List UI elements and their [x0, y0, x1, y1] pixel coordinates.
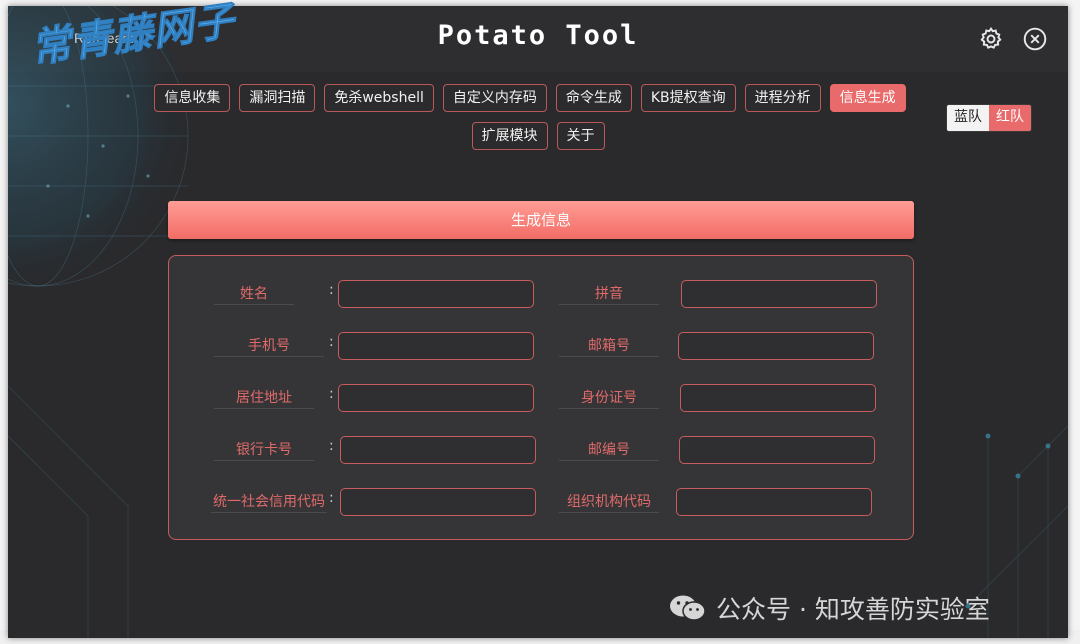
postal-code-field[interactable] — [679, 436, 875, 464]
colon: : — [329, 438, 334, 454]
postal-code-label: 邮编号 — [559, 439, 659, 461]
info-form-panel: 姓名 : 拼音 手机号 : 邮箱号 居住地址 : 身份证号 银行卡号 : 邮编号… — [168, 255, 914, 540]
tab-info-generate[interactable]: 信息生成 — [829, 84, 906, 112]
credit-code-field[interactable] — [340, 488, 536, 516]
phone-label: 手机号 — [214, 335, 324, 357]
name-field[interactable] — [338, 280, 534, 308]
close-circle-icon[interactable] — [1022, 26, 1048, 52]
tab-info-collect[interactable]: 信息收集 — [154, 84, 231, 112]
tab-vuln-scan[interactable]: 漏洞扫描 — [239, 84, 316, 112]
email-field[interactable] — [678, 332, 874, 360]
colon: : — [329, 282, 334, 298]
nav-row-1: 信息收集 漏洞扫描 免杀webshell 自定义内存码 命令生成 KB提权查询 … — [8, 84, 1060, 112]
address-label: 居住地址 — [214, 387, 314, 409]
tab-memshell[interactable]: 自定义内存码 — [442, 84, 547, 112]
wechat-icon — [670, 595, 706, 621]
org-code-field[interactable] — [676, 488, 872, 516]
phone-field[interactable] — [338, 332, 534, 360]
app-window: RedTeam Potato Tool 信息收集 漏洞扫描 免杀webshell… — [8, 6, 1068, 638]
id-number-label: 身份证号 — [559, 387, 659, 409]
id-number-field[interactable] — [680, 384, 876, 412]
tab-kb-privesc[interactable]: KB提权查询 — [640, 84, 736, 112]
bank-card-field[interactable] — [340, 436, 536, 464]
colon: : — [329, 490, 334, 506]
pinyin-field[interactable] — [681, 280, 877, 308]
generate-info-button[interactable]: 生成信息 — [168, 201, 914, 239]
credit-code-label: 统一社会信用代码 — [211, 491, 327, 513]
tab-about[interactable]: 关于 — [556, 122, 605, 150]
name-label: 姓名 — [214, 283, 294, 305]
colon: : — [329, 386, 334, 402]
pinyin-label: 拼音 — [559, 283, 659, 305]
wechat-watermark: 公众号 · 知攻善防实验室 — [668, 590, 990, 626]
team-blue-option[interactable]: 蓝队 — [947, 105, 989, 131]
tab-process-analysis[interactable]: 进程分析 — [744, 84, 821, 112]
desktop-strip-right — [1068, 0, 1080, 644]
address-field[interactable] — [338, 384, 534, 412]
desktop-strip-left — [0, 0, 8, 644]
watermark-bottom-text: 公众号 · 知攻善防实验室 — [716, 595, 990, 624]
team-red-option[interactable]: 红队 — [989, 105, 1031, 131]
gear-icon[interactable] — [978, 26, 1004, 52]
team-toggle: 蓝队 红队 — [946, 104, 1032, 132]
colon: : — [329, 334, 334, 350]
email-label: 邮箱号 — [559, 335, 659, 357]
tab-extensions[interactable]: 扩展模块 — [471, 122, 548, 150]
nav-row-2: 扩展模块 关于 — [8, 122, 1068, 150]
tab-command-gen[interactable]: 命令生成 — [555, 84, 632, 112]
bank-card-label: 银行卡号 — [214, 439, 314, 461]
tab-webshell[interactable]: 免杀webshell — [324, 84, 434, 112]
org-code-label: 组织机构代码 — [559, 491, 659, 513]
